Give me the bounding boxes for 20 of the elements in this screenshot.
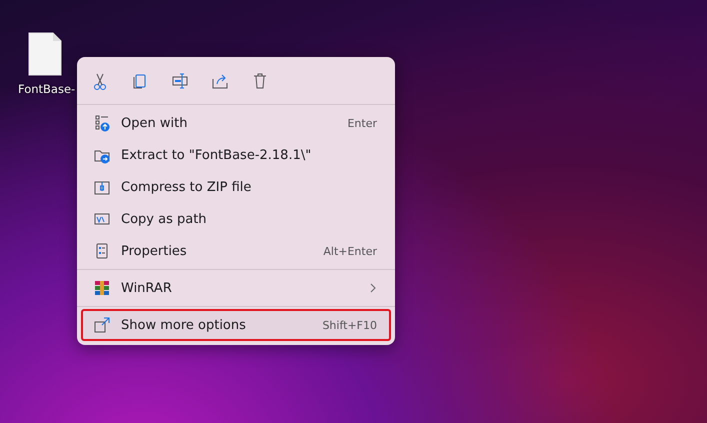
shortcut-text: Enter	[347, 116, 377, 130]
list-icon	[93, 114, 111, 132]
menu-item[interactable]: Open with Enter	[81, 107, 391, 139]
stacked-books-icon	[93, 279, 111, 297]
menu-item[interactable]: Show more options Shift+F10	[81, 309, 391, 341]
shortcut-text: Shift+F10	[322, 318, 377, 332]
menu-item[interactable]: Compress to ZIP file	[81, 171, 391, 203]
cut-icon[interactable]	[91, 72, 109, 90]
trash-icon[interactable]	[251, 72, 269, 90]
menu-item[interactable]: Copy as path	[81, 203, 391, 235]
file-name: FontBase-	[18, 82, 76, 96]
menu-item[interactable]: Extract to "FontBase-2.18.1\"	[81, 139, 391, 171]
expand-icon	[93, 316, 111, 334]
shortcut-text: Alt+Enter	[323, 244, 377, 258]
chevron-right-icon	[369, 283, 377, 293]
menu-item[interactable]: Properties Alt+Enter	[81, 235, 391, 267]
rename-icon[interactable]	[171, 72, 189, 90]
file-icon[interactable]	[28, 32, 62, 76]
menu-item[interactable]: WinRAR	[81, 272, 391, 304]
share-icon[interactable]	[211, 72, 229, 90]
